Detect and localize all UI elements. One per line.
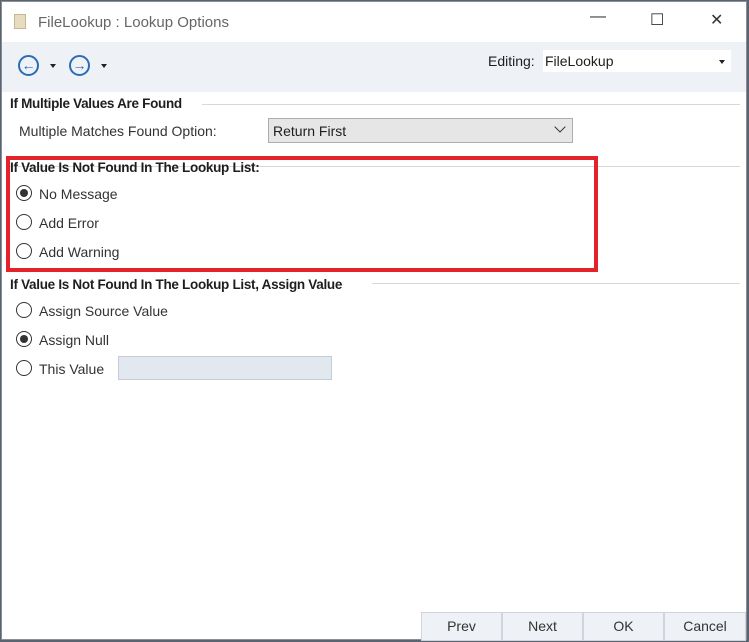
multiple-matches-value: Return First <box>273 123 347 139</box>
editing-value: FileLookup <box>545 53 614 69</box>
prev-button[interactable]: Prev <box>421 612 502 641</box>
multiple-option-label: Multiple Matches Found Option: <box>19 123 217 139</box>
chevron-down-icon <box>719 60 725 64</box>
multiple-heading: If Multiple Values Are Found <box>10 96 182 111</box>
divider <box>202 104 740 105</box>
this-value-input[interactable] <box>118 356 332 380</box>
close-button[interactable]: ✕ <box>710 10 723 30</box>
window-title: FileLookup : Lookup Options <box>38 14 229 31</box>
editing-label: Editing: <box>488 53 535 69</box>
maximize-button[interactable]: ☐ <box>650 10 664 30</box>
app-icon <box>14 14 26 29</box>
multiple-matches-select[interactable]: Return First <box>268 118 573 143</box>
assign-source-label[interactable]: Assign Source Value <box>39 303 168 319</box>
assign-heading: If Value Is Not Found In The Lookup List… <box>10 277 343 292</box>
divider <box>372 283 740 284</box>
editing-select[interactable]: FileLookup <box>543 50 731 72</box>
dialog-window: FileLookup : Lookup Options — ☐ ✕ ← → Ed… <box>1 1 747 641</box>
title-bar: FileLookup : Lookup Options — ☐ ✕ <box>2 2 746 42</box>
back-arrow-icon[interactable]: ← <box>18 55 39 76</box>
assign-source-radio[interactable] <box>16 302 32 318</box>
highlight-box <box>6 156 598 272</box>
forward-arrow-icon[interactable]: → <box>69 55 90 76</box>
ok-button[interactable]: OK <box>583 612 664 641</box>
minimize-button[interactable]: — <box>590 8 606 26</box>
next-button[interactable]: Next <box>502 612 583 641</box>
toolbar: ← → Editing: FileLookup <box>2 42 746 92</box>
forward-dropdown-icon[interactable] <box>101 64 107 68</box>
chevron-down-icon <box>554 121 566 133</box>
this-value-label[interactable]: This Value <box>39 361 104 377</box>
back-dropdown-icon[interactable] <box>50 64 56 68</box>
assign-null-label[interactable]: Assign Null <box>39 332 109 348</box>
assign-null-radio[interactable] <box>16 331 32 347</box>
cancel-button[interactable]: Cancel <box>664 612 746 641</box>
this-value-radio[interactable] <box>16 360 32 376</box>
